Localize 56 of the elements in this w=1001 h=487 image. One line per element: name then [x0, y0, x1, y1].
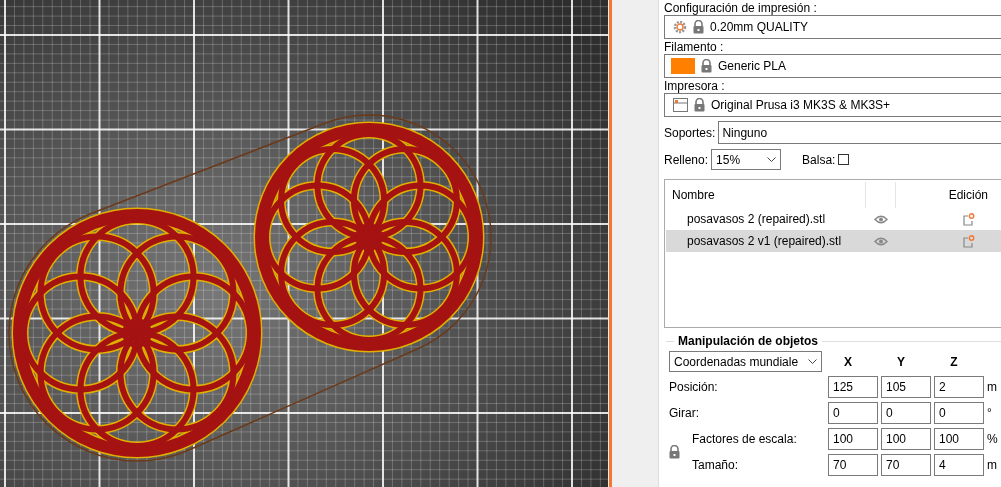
eye-icon[interactable] — [874, 236, 888, 246]
field-label: Tamaño: — [691, 458, 740, 472]
input-field[interactable]: 100 — [828, 428, 878, 450]
axis-label: Y — [896, 354, 906, 369]
lock-icon — [701, 59, 712, 73]
lock-icon — [693, 20, 704, 34]
field-label: Factores de escala: — [691, 432, 798, 446]
input-field[interactable]: 125 — [828, 376, 878, 398]
input-field[interactable]: 100 — [934, 428, 984, 450]
object-row[interactable]: posavasos 2 v1 (repaired).stl — [666, 230, 1001, 252]
color-swatch-icon — [671, 58, 695, 74]
axis-label: X — [843, 354, 853, 369]
edit-icon[interactable] — [963, 234, 975, 248]
eye-icon[interactable] — [874, 214, 888, 224]
input-field[interactable]: 70 — [828, 454, 878, 476]
supports-dropdown[interactable]: Ninguno — [718, 121, 1001, 144]
field-label: Soportes: — [664, 125, 716, 140]
input-field[interactable]: 4 — [934, 454, 984, 476]
field-label: Impresora : — [664, 79, 726, 93]
input-field[interactable]: 100 — [881, 428, 931, 450]
gear-icon — [673, 20, 687, 34]
coordinates-dropdown[interactable]: Coordenadas mundiale — [669, 351, 822, 372]
lock-icon[interactable] — [669, 445, 680, 459]
input-field[interactable]: 0 — [881, 402, 931, 424]
lock-icon — [694, 98, 705, 112]
field-label: Balsa: — [802, 152, 836, 167]
unit-label: m — [987, 380, 998, 394]
input-field[interactable]: 70 — [881, 454, 931, 476]
input-field[interactable]: 0 — [934, 402, 984, 424]
field-label: Posición: — [669, 380, 719, 394]
column-header[interactable]: Edición — [896, 182, 996, 208]
chevron-down-icon — [808, 358, 817, 365]
unit-label: m — [987, 458, 998, 472]
field-label: Relleno: — [664, 152, 709, 167]
unit-label: ° — [987, 406, 993, 420]
object-name: posavasos 2 v1 (repaired).stl — [686, 234, 843, 248]
infill-dropdown[interactable]: 15% — [711, 149, 782, 170]
axis-label: Z — [949, 354, 959, 369]
object-name: posavasos 2 (repaired).stl — [686, 212, 827, 226]
section-title: Manipulación de objetos — [674, 334, 822, 348]
printer-icon — [673, 98, 688, 112]
print-settings-dropdown[interactable]: 0.20mm QUALITY — [664, 15, 1001, 39]
edit-icon[interactable] — [963, 212, 975, 226]
input-field[interactable]: 2 — [934, 376, 984, 398]
unit-label: % — [987, 432, 999, 446]
filament-dropdown[interactable]: Generic PLA — [664, 54, 1001, 78]
input-field[interactable]: 0 — [828, 402, 878, 424]
input-field[interactable]: 105 — [881, 376, 931, 398]
column-header[interactable]: Nombre — [666, 182, 866, 208]
field-label: Girar: — [669, 406, 700, 420]
field-label: Filamento : — [664, 40, 725, 54]
checkbox[interactable] — [838, 154, 850, 165]
printer-dropdown[interactable]: Original Prusa i3 MK3S & MK3S+ — [664, 93, 1001, 117]
chevron-down-icon — [767, 156, 777, 163]
object-row[interactable]: posavasos 2 (repaired).stl — [666, 208, 1001, 230]
field-label: Configuración de impresión : — [664, 1, 818, 15]
